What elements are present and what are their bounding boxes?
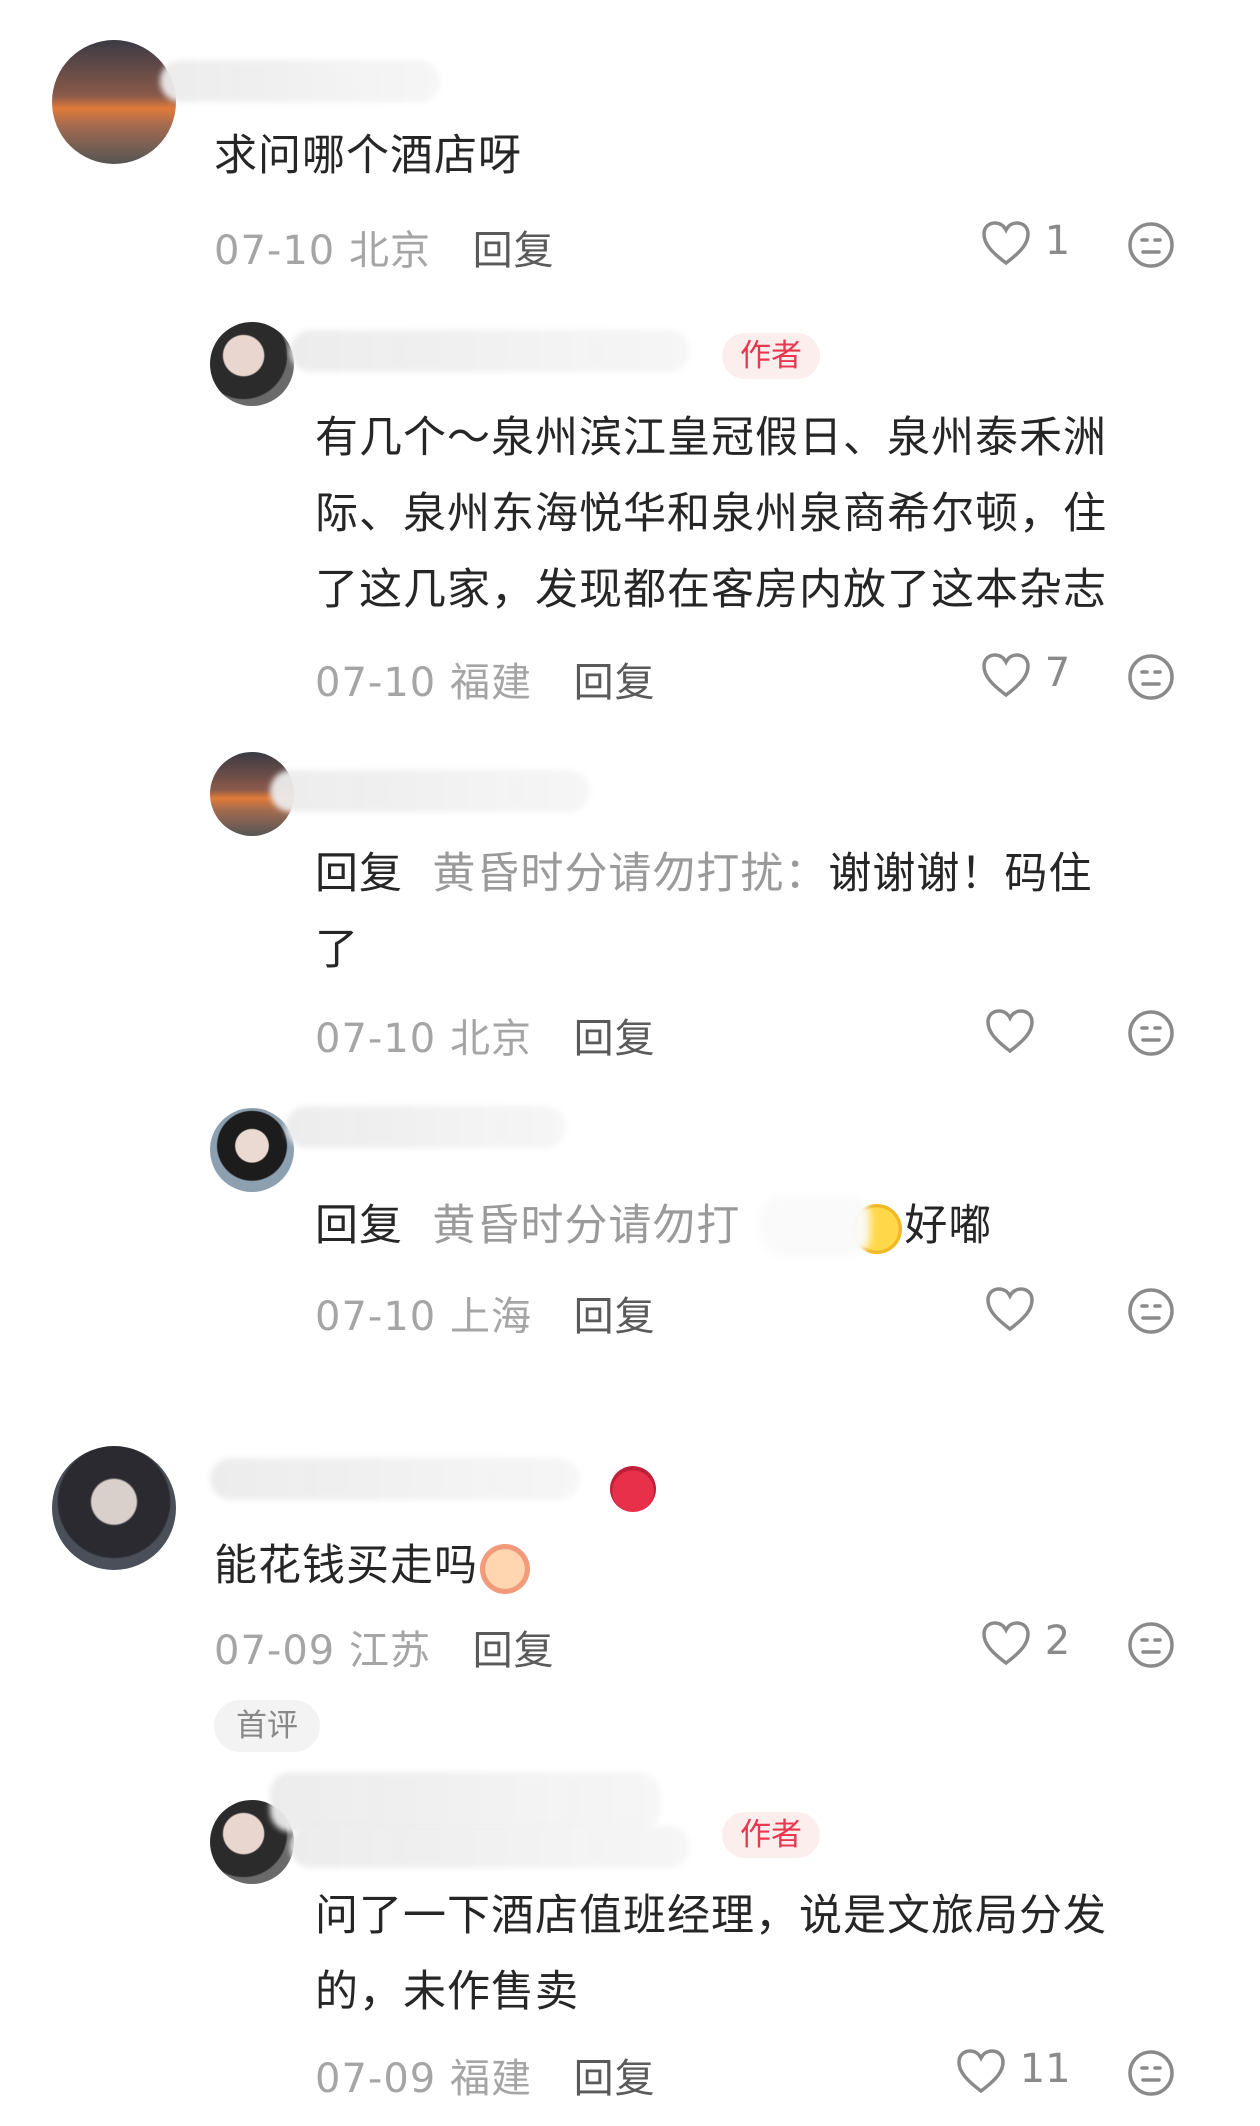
reply-button[interactable]: 回复 bbox=[574, 1294, 656, 1340]
emoji-reaction-icon[interactable] bbox=[1126, 1286, 1176, 1336]
comment-text: 有几个～泉州滨江皇冠假日、泉州泰禾洲 际、泉州东海悦华和泉州泉商希尔顿，住 了这… bbox=[315, 413, 1107, 615]
username-blurred[interactable] bbox=[290, 1826, 690, 1868]
heart-icon bbox=[982, 653, 1030, 698]
comment-text: 求问哪个酒店呀 bbox=[214, 131, 522, 181]
comment-meta: 07-10 上海 回复 bbox=[315, 1284, 656, 1342]
heart-icon bbox=[986, 1009, 1034, 1054]
comment-meta: 07-10 福建 回复 bbox=[315, 650, 656, 708]
author-badge: 作者 bbox=[722, 333, 820, 379]
comment-meta: 07-09 江苏 回复 bbox=[214, 1618, 555, 1676]
reply-button[interactable]: 回复 bbox=[574, 1016, 656, 1062]
reply-target[interactable]: 黄昏时分请勿打 bbox=[432, 1201, 740, 1251]
avatar[interactable] bbox=[52, 1446, 176, 1570]
first-comment-tag: 首评 bbox=[214, 1700, 320, 1752]
comment-text: 问了一下酒店值班经理，说是文旅局分发 的，未作售卖 bbox=[315, 1891, 1107, 2017]
redaction-blur bbox=[760, 1196, 870, 1256]
avatar[interactable] bbox=[52, 40, 176, 164]
like-button[interactable]: 1 bbox=[980, 218, 1070, 267]
comment-meta: 07-10 北京 回复 bbox=[315, 1006, 656, 1064]
strawberry-emoji-icon bbox=[610, 1466, 656, 1512]
username-blurred[interactable] bbox=[270, 1772, 660, 1832]
comment-text: 能花钱买走吗 bbox=[214, 1528, 532, 1604]
like-button[interactable]: 7 bbox=[980, 650, 1070, 699]
emoji-reaction-icon[interactable] bbox=[1126, 2048, 1176, 2098]
comment-date: 07-10 bbox=[214, 228, 336, 274]
like-count: 7 bbox=[1044, 650, 1071, 696]
like-button[interactable] bbox=[984, 1284, 1036, 1333]
username-blurred[interactable] bbox=[160, 60, 440, 102]
author-badge: 作者 bbox=[722, 1812, 820, 1858]
comment-text: 回复 黄昏时分请勿打 好嘟 bbox=[315, 1188, 992, 1264]
username-blurred[interactable] bbox=[270, 770, 590, 812]
username-blurred[interactable] bbox=[286, 1106, 566, 1148]
reply-button[interactable]: 回复 bbox=[574, 660, 656, 706]
heart-icon bbox=[986, 1287, 1034, 1332]
like-button[interactable] bbox=[984, 1006, 1036, 1055]
comment-date: 07-10 bbox=[315, 1294, 437, 1340]
emoji-reaction-icon[interactable] bbox=[1126, 1008, 1176, 1058]
like-button[interactable]: 2 bbox=[980, 1618, 1070, 1667]
comment-date: 07-09 bbox=[315, 2056, 437, 2102]
reply-button[interactable]: 回复 bbox=[574, 2056, 656, 2102]
comment-location: 北京 bbox=[348, 228, 431, 274]
comment-text: 回复 黄昏时分请勿打扰：谢谢谢！码住 了 bbox=[315, 849, 1093, 975]
emoji-reaction-icon[interactable] bbox=[1126, 1620, 1176, 1670]
username-blurred[interactable] bbox=[210, 1458, 580, 1500]
crying-emoji-icon bbox=[480, 1543, 530, 1594]
reply-button[interactable]: 回复 bbox=[473, 1628, 555, 1674]
comment-meta: 07-09 福建 回复 bbox=[315, 2046, 656, 2104]
comment-location: 江苏 bbox=[348, 1628, 431, 1674]
heart-icon bbox=[982, 1621, 1030, 1666]
comment-date: 07-10 bbox=[315, 1016, 437, 1062]
emoji-reaction-icon[interactable] bbox=[1126, 220, 1176, 270]
like-count: 1 bbox=[1044, 218, 1071, 264]
comment-location: 北京 bbox=[449, 1016, 532, 1062]
comment-location: 福建 bbox=[449, 2056, 532, 2102]
comment-date: 07-10 bbox=[315, 660, 437, 706]
reply-button[interactable]: 回复 bbox=[473, 228, 555, 274]
reply-target[interactable]: 黄昏时分请勿打扰： bbox=[432, 849, 828, 899]
like-count: 2 bbox=[1044, 1618, 1071, 1664]
avatar[interactable] bbox=[210, 322, 294, 406]
comment-date: 07-09 bbox=[214, 1628, 336, 1674]
comment-meta: 07-10 北京 回复 bbox=[214, 218, 555, 276]
comment-location: 福建 bbox=[449, 660, 532, 706]
like-count: 11 bbox=[1019, 2046, 1071, 2092]
avatar[interactable] bbox=[210, 1108, 294, 1192]
heart-icon bbox=[982, 221, 1030, 266]
emoji-reaction-icon[interactable] bbox=[1126, 652, 1176, 702]
username-blurred[interactable] bbox=[290, 330, 690, 372]
comment-location: 上海 bbox=[449, 1294, 532, 1340]
like-button[interactable]: 11 bbox=[955, 2046, 1071, 2095]
heart-icon bbox=[957, 2049, 1005, 2094]
